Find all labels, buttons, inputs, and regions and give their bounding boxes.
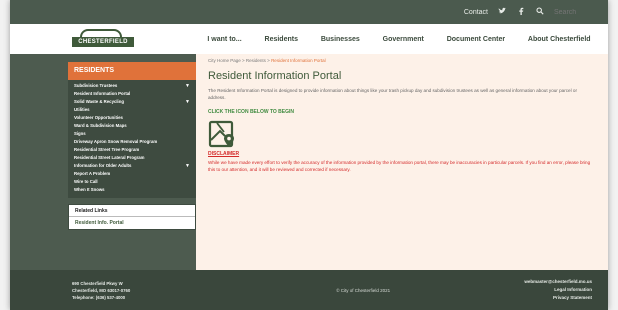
search-input[interactable] [554, 8, 594, 16]
sidebar-heading[interactable]: RESIDENTS [68, 62, 196, 80]
sidebar-item-label: Subdivision Trustees [74, 83, 118, 88]
sidebar-item-label: Volunteer Opportunities [74, 115, 123, 120]
main-nav: I want to... Residents Businesses Govern… [196, 36, 608, 43]
sidebar-item-label: Solid Waste & Recycling [74, 99, 124, 104]
sidebar-menu: Subdivision Trustees ▼ Resident Informati… [68, 80, 196, 198]
breadcrumb-home[interactable]: City Home Page [208, 58, 241, 63]
nav-document-center[interactable]: Document Center [447, 36, 505, 43]
sidebar-item-label: Utilities [74, 107, 90, 112]
sidebar-item-report-problem[interactable]: Report A Problem [68, 170, 196, 178]
sidebar-item-subdivision-trustees[interactable]: Subdivision Trustees ▼ [68, 82, 196, 90]
logo-mark: CHESTERFIELD [72, 29, 134, 49]
sidebar-item-ward-maps[interactable]: Ward & Subdivision Maps [68, 122, 196, 130]
sidebar-item-label: Ward & Subdivision Maps [74, 123, 127, 128]
sidebar-item-street-tree[interactable]: Residential Street Tree Program [68, 146, 196, 154]
sidebar-item-label: Driveway Apron Snow Removal Program [74, 139, 158, 144]
page-title: Resident Information Portal [208, 70, 342, 82]
sidebar-item-older-adults[interactable]: Information for Older Adults ▼ [68, 162, 196, 170]
sidebar-item-label: Report A Problem [74, 171, 111, 176]
sidebar-item-label: Signs [74, 131, 86, 136]
footer-address: 690 Chesterfield Pkwy W Chesterfield, MO… [72, 280, 202, 301]
city-logo[interactable]: CHESTERFIELD [10, 29, 196, 49]
sidebar-item-snow-removal[interactable]: Driveway Apron Snow Removal Program [68, 138, 196, 146]
browser-frame: Contact CHESTERFIELD I want to... Reside… [10, 0, 608, 310]
sidebar-item-label: Information for Older Adults [74, 163, 132, 168]
breadcrumb-residents[interactable]: Residents [246, 58, 266, 63]
chevron-down-icon[interactable]: ▼ [185, 162, 190, 170]
footer-address-line1: 690 Chesterfield Pkwy W [72, 280, 123, 286]
logo-arch [80, 29, 122, 37]
intro-text: The Resident Information Portal is desig… [208, 88, 577, 100]
logo-text: CHESTERFIELD [72, 37, 134, 47]
sidebar-item-when-it-snows[interactable]: When It Snows [68, 186, 196, 194]
twitter-icon[interactable] [497, 7, 507, 18]
site-header: CHESTERFIELD I want to... Residents Busi… [10, 24, 608, 54]
search-icon[interactable] [535, 6, 545, 18]
cta-text: CLICK THE ICON BELOW TO BEGIN [208, 109, 295, 115]
disclaimer-heading: DISCLAIMER [208, 151, 240, 157]
footer-address-line2: Chesterfield, MO 63017-0760 [72, 287, 131, 293]
breadcrumb: City Home Page > Residents > Resident In… [208, 58, 598, 63]
map-pin-icon[interactable] [208, 120, 236, 148]
nav-businesses[interactable]: Businesses [321, 36, 360, 43]
sidebar-item-label: When It Snows [74, 187, 105, 192]
sidebar-item-label: Resident Information Portal [74, 91, 131, 96]
sidebar-item-label: Residential Street Tree Program [74, 147, 140, 152]
chevron-down-icon[interactable]: ▼ [185, 98, 190, 106]
footer-legal-link[interactable]: Legal Information [524, 286, 592, 294]
nav-i-want-to[interactable]: I want to... [207, 36, 241, 43]
nav-residents[interactable]: Residents [265, 36, 298, 43]
footer-phone[interactable]: Telephone: (636) 537-4000 [72, 294, 202, 301]
contact-link[interactable]: Contact [464, 9, 488, 16]
main-content: City Home Page > Residents > Resident In… [196, 54, 608, 270]
footer-copyright: © City of Chesterfield 2021 [336, 287, 391, 293]
sidebar-item-wire-to-call[interactable]: Wire to Call [68, 178, 196, 186]
related-links-box: Related Links Resident Info. Portal [68, 204, 196, 230]
sidebar-item-signs[interactable]: Signs [68, 130, 196, 138]
sidebar-item-label: Residential Street Lateral Program [74, 155, 145, 160]
nav-about-chesterfield[interactable]: About Chesterfield [528, 36, 591, 43]
footer-privacy-link[interactable]: Privacy Statement [524, 294, 592, 302]
sidebar: RESIDENTS Subdivision Trustees ▼ Resident… [68, 62, 196, 230]
utility-bar: Contact [10, 0, 608, 24]
chevron-down-icon[interactable]: ▼ [185, 82, 190, 90]
sidebar-item-label: Wire to Call [74, 179, 98, 184]
disclaimer-text: While we have made every effort to verif… [208, 160, 591, 172]
sidebar-item-solid-waste[interactable]: Solid Waste & Recycling ▼ [68, 98, 196, 106]
related-link-resident-portal[interactable]: Resident Info. Portal [69, 217, 195, 229]
nav-government[interactable]: Government [383, 36, 424, 43]
facebook-icon[interactable] [516, 7, 526, 18]
sidebar-item-street-lateral[interactable]: Residential Street Lateral Program [68, 154, 196, 162]
page-body: RESIDENTS Subdivision Trustees ▼ Resident… [10, 54, 608, 270]
sidebar-item-resident-information-portal[interactable]: Resident Information Portal [68, 90, 196, 98]
sidebar-item-utilities[interactable]: Utilities [68, 106, 196, 114]
sidebar-background: RESIDENTS Subdivision Trustees ▼ Resident… [10, 54, 196, 270]
footer-email-link[interactable]: webmaster@chesterfield.mo.us [524, 278, 592, 286]
related-links-title: Related Links [69, 205, 195, 217]
sidebar-item-volunteer[interactable]: Volunteer Opportunities [68, 114, 196, 122]
footer-links: webmaster@chesterfield.mo.us Legal Infor… [524, 278, 592, 302]
breadcrumb-current: Resident Information Portal [271, 58, 326, 63]
site-footer: 690 Chesterfield Pkwy W Chesterfield, MO… [10, 270, 608, 310]
